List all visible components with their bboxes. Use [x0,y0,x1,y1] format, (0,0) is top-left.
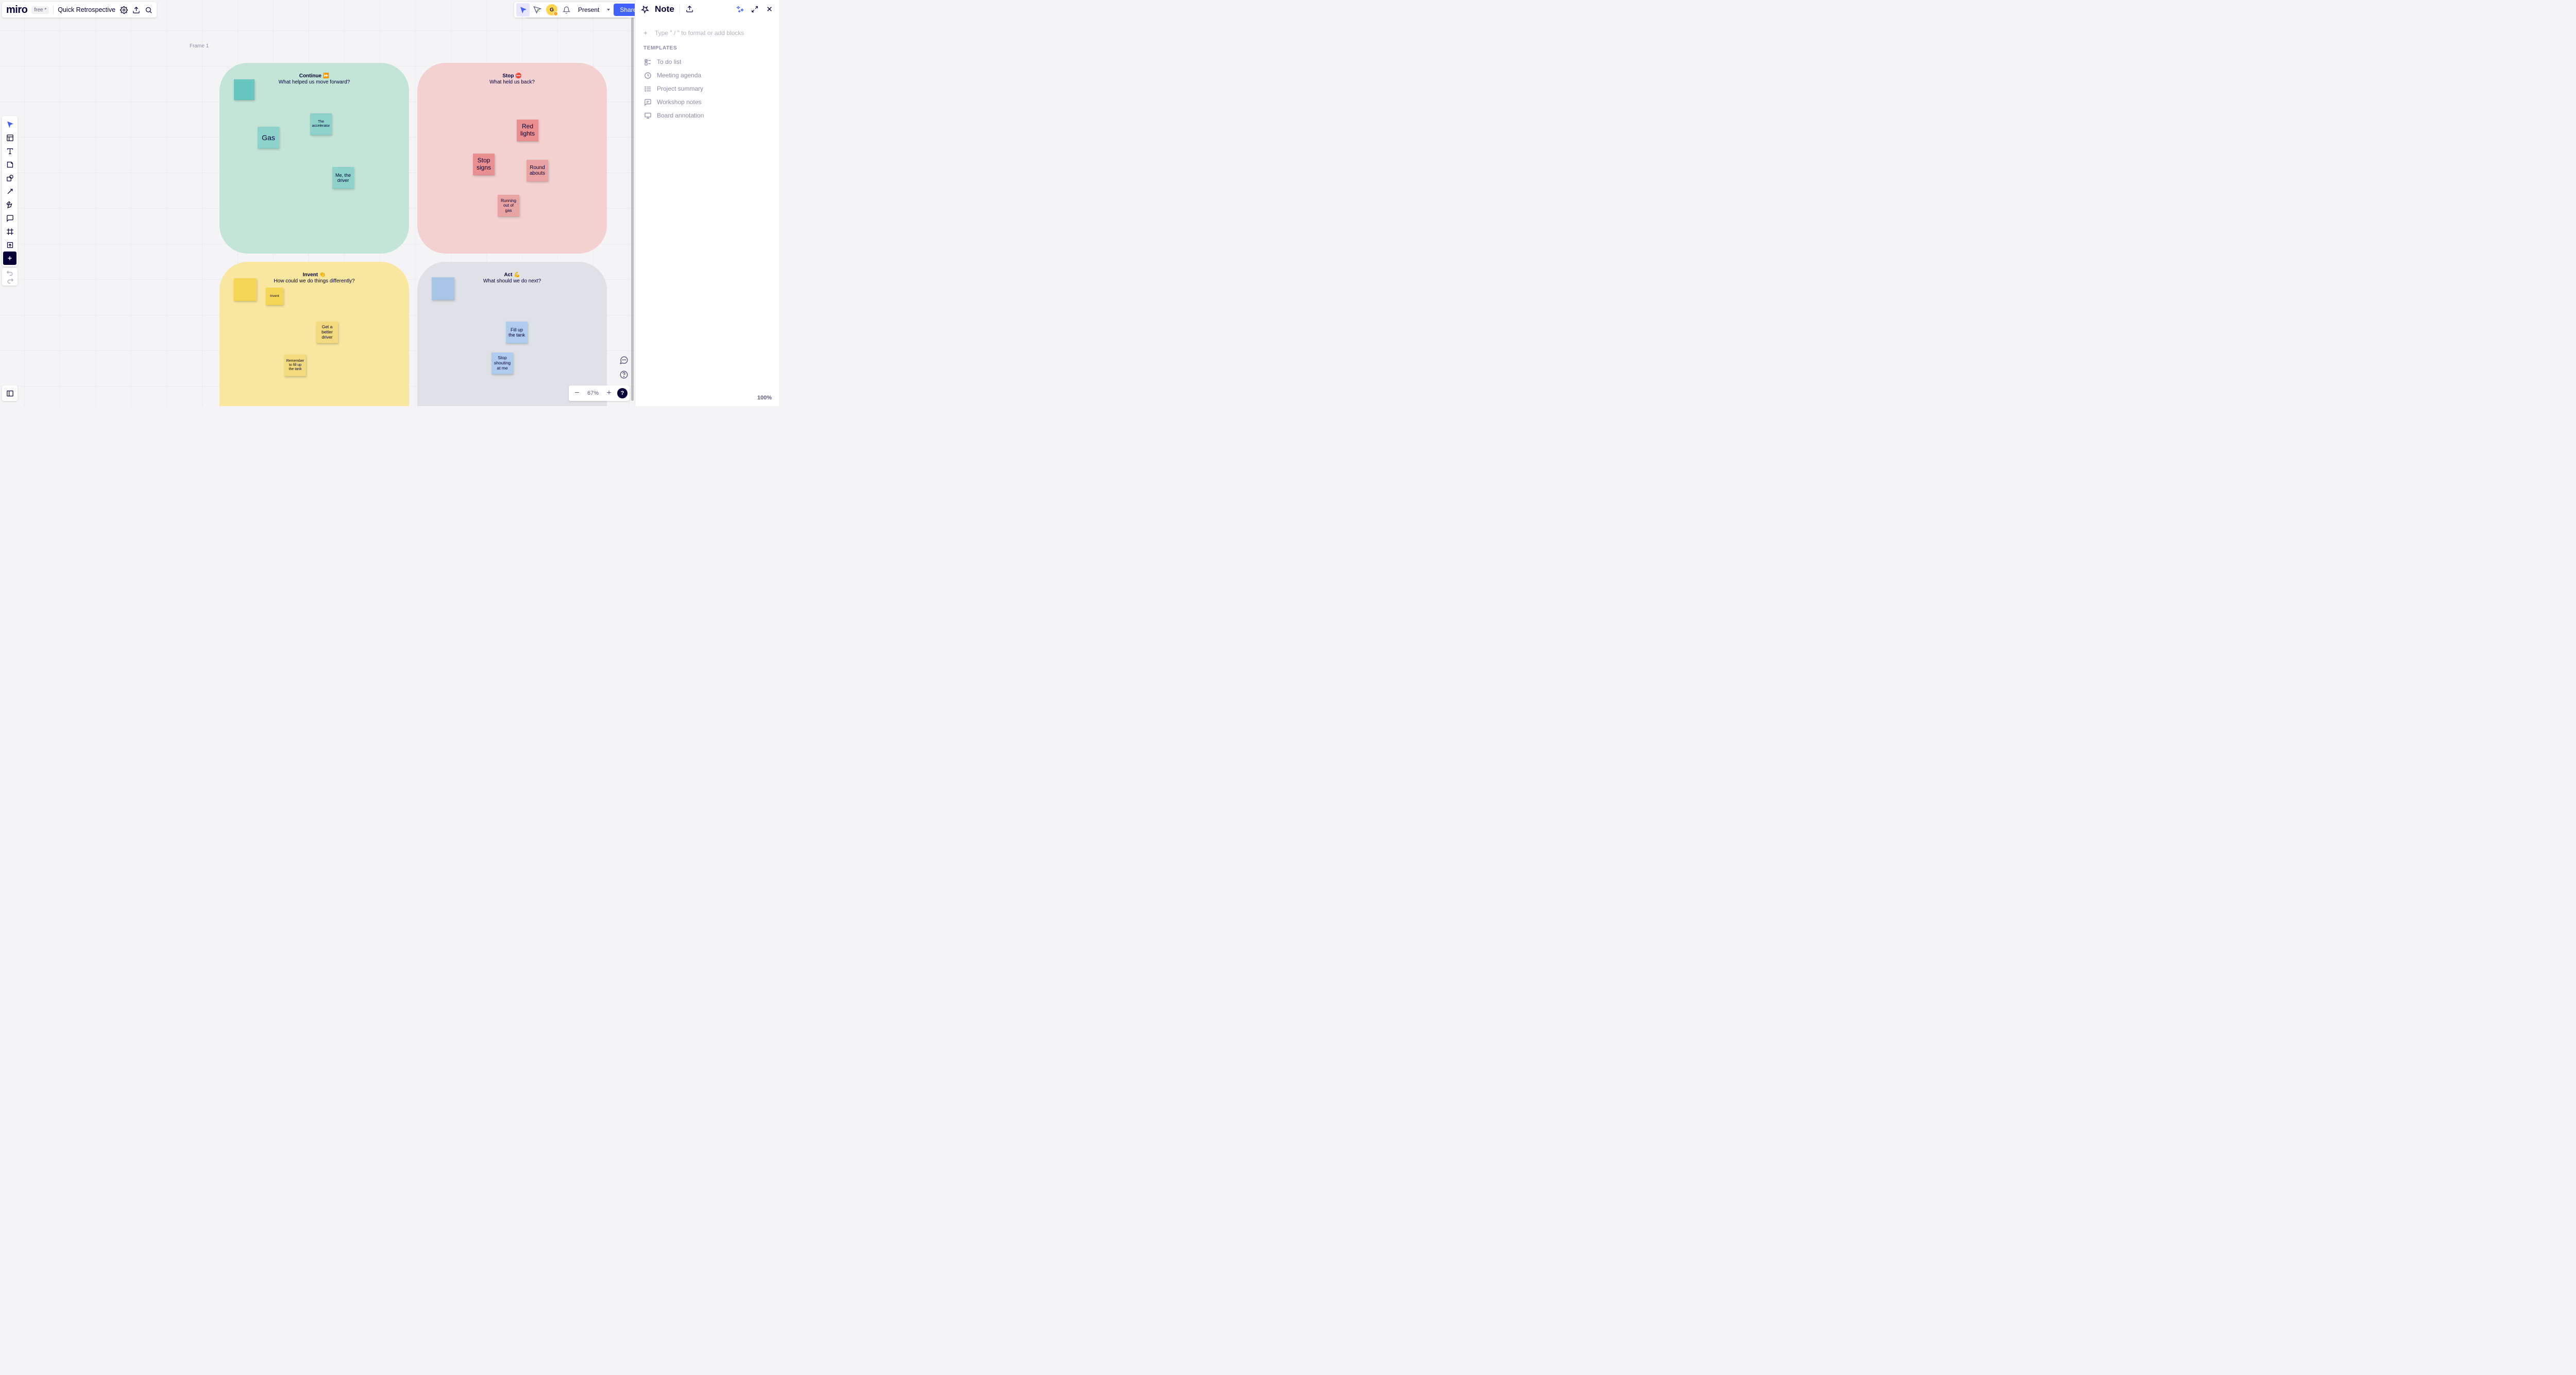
plan-badge[interactable]: free * [31,6,49,14]
sticky-red-lights[interactable]: Red lights [517,120,538,141]
zoom-level[interactable]: 67% [585,390,601,396]
export-icon[interactable] [132,6,140,14]
reactions-icon[interactable] [531,3,544,16]
feedback-icon[interactable] [618,355,630,366]
note-compose-row[interactable]: Type " / " to format or add blocks [641,29,771,37]
template-label: Board annotation [657,112,704,119]
select-tool[interactable] [3,118,16,131]
notes-body: Type " / " to format or add blocks TEMPL… [635,19,779,122]
present-button[interactable]: Present [574,3,603,16]
line-tool[interactable] [3,185,16,198]
topbar-left: miro free * Quick Retrospective [2,2,157,18]
board-canvas[interactable]: Frame 1 Continue ⏩ What helped us move f… [0,0,635,406]
sticky-act-blank[interactable] [432,277,454,300]
zoom-in-button[interactable]: + [603,387,615,399]
canvas-scrollbar[interactable] [631,16,634,401]
help-button[interactable]: ? [617,388,628,398]
text-tool[interactable] [3,144,16,158]
zoom-out-button[interactable]: − [571,387,583,399]
template-label: To do list [657,58,681,65]
sticky-me-driver[interactable]: Me, the driver [332,167,354,189]
templates-tool[interactable] [3,131,16,144]
board-title[interactable]: Quick Retrospective [58,6,115,13]
export-note-icon[interactable] [685,5,694,14]
sticky-invent-small[interactable]: Invent [266,288,283,305]
notes-zoom-footer[interactable]: 100% [757,395,772,401]
clock-icon [643,71,652,79]
present-dropdown-icon[interactable] [604,3,613,16]
add-block-icon[interactable] [641,29,650,37]
shape-tool[interactable] [3,171,16,185]
pin-icon[interactable] [640,5,650,14]
checklist-icon [643,58,652,66]
presentation-icon [643,111,652,120]
template-summary[interactable]: Project summary [643,82,771,95]
quadrant-stop[interactable]: Stop ⛔ What held us back? [417,63,607,254]
sticky-better-driver[interactable]: Get a better driver [316,322,338,343]
left-toolbar [2,116,18,266]
sticky-round-abouts[interactable]: Round abouts [527,160,548,181]
chat-icon [643,98,652,106]
more-tools[interactable] [3,251,16,265]
notes-panel: Note Type " / " to format or add blocks … [635,0,779,406]
template-label: Workshop notes [657,98,702,106]
undo-button[interactable] [6,269,14,277]
list-icon [643,85,652,93]
collapse-toolbar-button[interactable] [2,385,18,401]
redo-button[interactable] [6,277,14,284]
upload-tool[interactable] [3,238,16,251]
notes-header: Note [635,0,779,19]
sticky-accelerator[interactable]: The accelerator [310,113,332,135]
template-todo[interactable]: To do list [643,55,771,69]
zoom-controls: − 67% + ? [569,385,630,401]
settings-icon[interactable] [120,6,128,14]
notes-title: Note [655,4,674,14]
notifications-icon[interactable] [560,3,573,16]
user-avatar[interactable]: G [545,3,558,16]
template-agenda[interactable]: Meeting agenda [643,69,771,82]
sticky-remember-fill[interactable]: Remember to fill up the tank [284,355,306,376]
sticky-stop-shouting[interactable]: Stop shouting at me [492,353,513,374]
frame-tool[interactable] [3,225,16,238]
templates-heading: TEMPLATES [643,45,771,51]
sticky-stop-signs[interactable]: Stop signs [473,154,495,175]
sticky-gas[interactable]: Gas [258,127,279,148]
template-board-annotation[interactable]: Board annotation [643,109,771,122]
expand-icon[interactable] [750,5,759,14]
close-icon[interactable] [765,5,774,14]
template-workshop[interactable]: Workshop notes [643,95,771,109]
history-toolbar [2,268,18,286]
logo[interactable]: miro [6,4,27,16]
template-label: Meeting agenda [657,72,701,79]
sticky-fill-tank[interactable]: Fill up the tank [506,322,528,343]
search-icon[interactable] [144,6,152,14]
quadrant-stop-header: Stop ⛔ What held us back? [417,73,607,85]
help-center-icon[interactable] [618,369,630,380]
sticky-continue-blank[interactable] [234,79,255,100]
magic-icon[interactable] [736,5,745,14]
note-placeholder[interactable]: Type " / " to format or add blocks [655,29,744,37]
topbar-collab: G Present Share [514,2,645,18]
sticky-running-out[interactable]: Running out of gas [498,195,519,216]
template-label: Project summary [657,85,703,92]
sticky-tool[interactable] [3,158,16,171]
frame-label: Frame 1 [190,43,209,49]
pen-tool[interactable] [3,198,16,211]
comment-tool[interactable] [3,211,16,225]
cursor-share-icon[interactable] [516,3,530,16]
separator [53,5,54,14]
sticky-invent-blank[interactable] [234,278,257,301]
